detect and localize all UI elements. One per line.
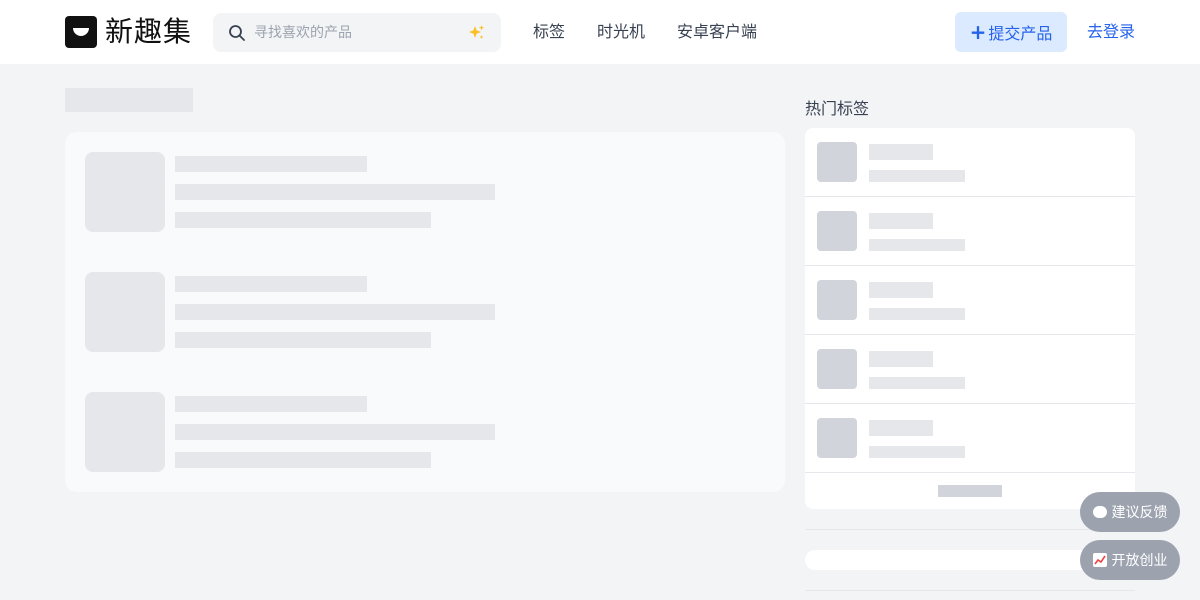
line-skeleton xyxy=(869,351,933,367)
product-feed-skeleton xyxy=(65,132,785,492)
startup-label: 开放创业 xyxy=(1111,553,1168,569)
line-skeleton xyxy=(869,144,933,160)
line-skeleton xyxy=(175,424,495,440)
line-skeleton xyxy=(175,212,431,228)
line-skeleton xyxy=(869,239,965,251)
thumbnail-skeleton xyxy=(85,392,165,472)
hot-tag-skeleton xyxy=(805,335,1135,404)
view-more-skeleton xyxy=(938,485,1002,497)
line-skeleton xyxy=(869,377,965,389)
chat-bubble-icon xyxy=(1092,501,1107,518)
tag-icon-skeleton xyxy=(817,211,857,251)
search-box[interactable] xyxy=(213,13,501,52)
top-header: 新趣集 标签 时光机 安卓客户端 + 提交产品 去登录 xyxy=(0,0,1200,64)
nav-android-client[interactable]: 安卓客户端 xyxy=(677,20,757,44)
thumbnail-skeleton xyxy=(85,152,165,232)
line-skeleton xyxy=(869,420,933,436)
tag-icon-skeleton xyxy=(817,349,857,389)
nav-time-machine[interactable]: 时光机 xyxy=(597,20,645,44)
line-skeleton xyxy=(175,184,495,200)
feed-item-skeleton xyxy=(85,272,765,352)
sparkle-icon[interactable] xyxy=(468,24,486,42)
thumbnail-skeleton xyxy=(85,272,165,352)
open-startup-button[interactable]: 开放创业 xyxy=(1080,540,1180,580)
logo-mark-icon xyxy=(65,16,97,48)
tag-icon-skeleton xyxy=(817,280,857,320)
plus-icon: + xyxy=(969,20,987,44)
line-skeleton xyxy=(175,156,367,172)
logo-text: 新趣集 xyxy=(105,15,193,48)
line-skeleton xyxy=(869,446,965,458)
hot-tag-skeleton xyxy=(805,266,1135,335)
section-title-skeleton xyxy=(65,88,193,112)
line-skeleton xyxy=(869,308,965,320)
search-icon xyxy=(229,25,245,41)
feedback-label: 建议反馈 xyxy=(1111,505,1168,521)
submit-product-button[interactable]: + 提交产品 xyxy=(955,12,1067,52)
line-skeleton xyxy=(869,170,965,182)
chart-up-icon xyxy=(1092,553,1107,567)
feed-item-skeleton xyxy=(85,392,765,472)
hot-tags-list xyxy=(805,128,1135,509)
line-skeleton xyxy=(175,396,367,412)
line-skeleton xyxy=(869,213,933,229)
section-divider xyxy=(805,590,1135,591)
login-link[interactable]: 去登录 xyxy=(1087,20,1135,44)
tag-icon-skeleton xyxy=(817,418,857,458)
hot-tag-skeleton xyxy=(805,404,1135,473)
site-logo[interactable]: 新趣集 xyxy=(65,16,192,48)
hot-tags-title: 热门标签 xyxy=(805,99,870,118)
hot-tag-skeleton xyxy=(805,197,1135,266)
line-skeleton xyxy=(869,282,933,298)
nav-tags[interactable]: 标签 xyxy=(533,20,565,44)
line-skeleton xyxy=(175,276,367,292)
submit-product-label: 提交产品 xyxy=(988,24,1053,43)
feedback-button[interactable]: 建议反馈 xyxy=(1080,492,1180,532)
hot-tag-skeleton xyxy=(805,128,1135,197)
line-skeleton xyxy=(175,304,495,320)
search-input[interactable] xyxy=(254,13,464,52)
tag-icon-skeleton xyxy=(817,142,857,182)
section-divider xyxy=(805,529,1135,530)
line-skeleton xyxy=(175,452,431,468)
line-skeleton xyxy=(175,332,431,348)
feed-item-skeleton xyxy=(85,152,765,232)
